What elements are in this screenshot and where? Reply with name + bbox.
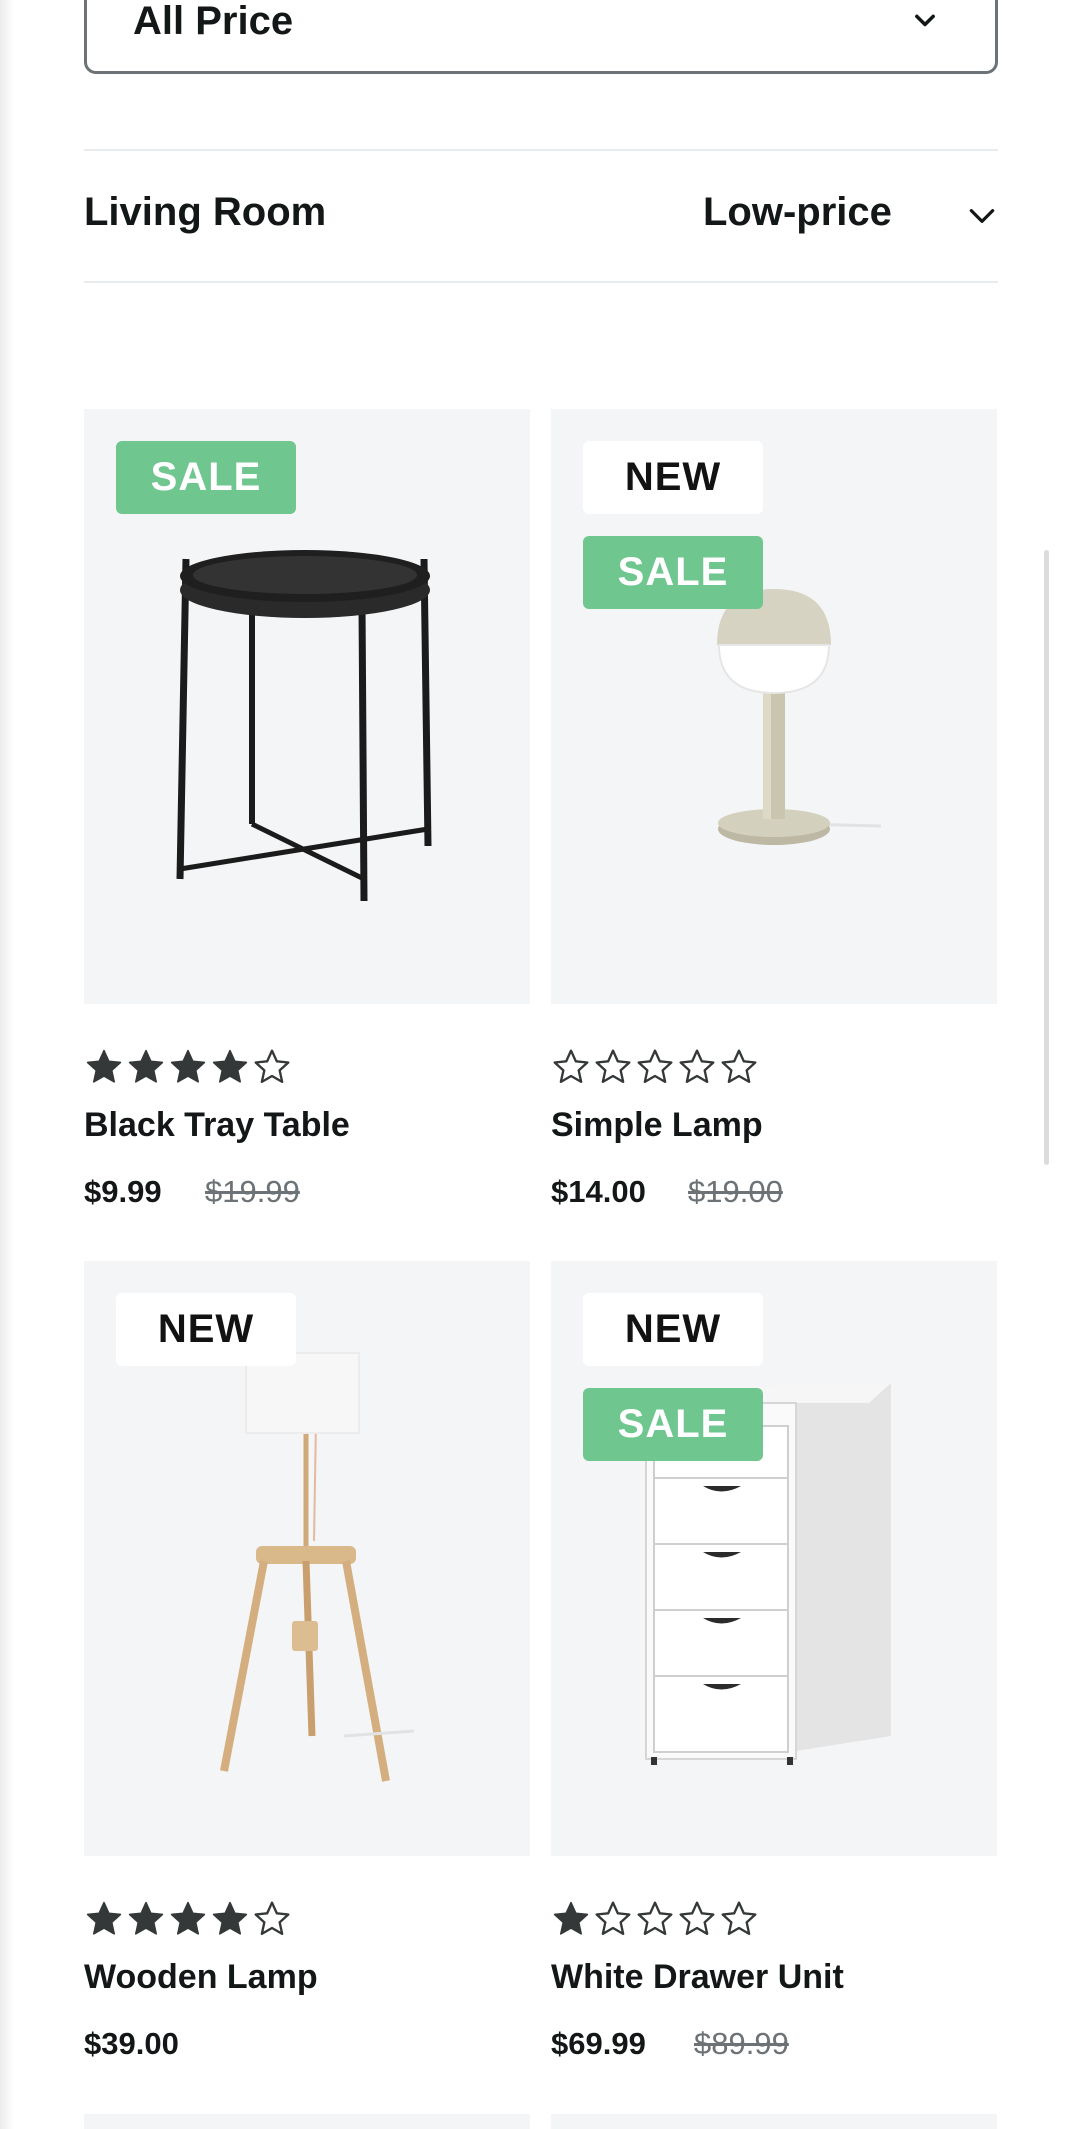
product-old-price: $19.99 [205,1174,300,1209]
star-outline-icon [679,1049,715,1083]
product-image[interactable]: SALE [84,409,530,1004]
star-outline-icon [595,1049,631,1083]
star-outline-icon [254,1049,290,1083]
price-filter-value: All Price [133,0,294,43]
star-filled-icon [86,1901,122,1935]
product-image[interactable]: NEW SALE [551,409,997,1004]
product-price: $9.99 [84,1174,162,1209]
divider [84,281,998,283]
rating-stars [551,1899,759,1939]
next-product-card-peek [84,2114,530,2129]
star-outline-icon [254,1901,290,1935]
product-image[interactable]: NEW [84,1261,530,1856]
star-filled-icon [212,1049,248,1083]
sort-dropdown[interactable]: Low-price [703,190,998,246]
rating-stars [84,1047,292,1087]
product-name[interactable]: Black Tray Table [84,1106,350,1145]
star-outline-icon [637,1901,673,1935]
chevron-down-icon [969,209,995,223]
star-filled-icon [86,1049,122,1083]
rating-stars [84,1899,292,1939]
divider [84,149,998,151]
sale-badge: SALE [116,441,296,514]
rating-stars [551,1047,759,1087]
new-badge: NEW [583,1293,763,1366]
star-outline-icon [721,1049,757,1083]
chevron-down-icon [915,14,935,27]
sort-label: Low-price [703,190,892,234]
sale-badge: SALE [583,1388,763,1461]
star-outline-icon [553,1049,589,1083]
product-price: $69.99 [551,2026,646,2061]
product-price: $14.00 [551,1174,646,1209]
star-outline-icon [637,1049,673,1083]
star-filled-icon [170,1049,206,1083]
sale-badge: SALE [583,536,763,609]
scrollbar[interactable] [1044,550,1049,1165]
page-edge-shadow [0,0,14,2129]
star-filled-icon [553,1901,589,1935]
star-outline-icon [721,1901,757,1935]
product-price: $39.00 [84,2026,179,2061]
product-name[interactable]: White Drawer Unit [551,1958,844,1997]
product-image[interactable]: NEW SALE [551,1261,997,1856]
star-filled-icon [128,1049,164,1083]
category-title: Living Room [84,190,327,234]
next-product-card-peek [551,2114,997,2129]
star-filled-icon [212,1901,248,1935]
star-outline-icon [679,1901,715,1935]
new-badge: NEW [116,1293,296,1366]
star-filled-icon [128,1901,164,1935]
star-filled-icon [170,1901,206,1935]
price-filter-select[interactable]: All Price [84,0,998,74]
product-old-price: $19.00 [688,1174,783,1209]
product-name[interactable]: Simple Lamp [551,1106,763,1145]
star-outline-icon [595,1901,631,1935]
product-name[interactable]: Wooden Lamp [84,1958,318,1997]
new-badge: NEW [583,441,763,514]
product-old-price: $89.99 [694,2026,789,2061]
